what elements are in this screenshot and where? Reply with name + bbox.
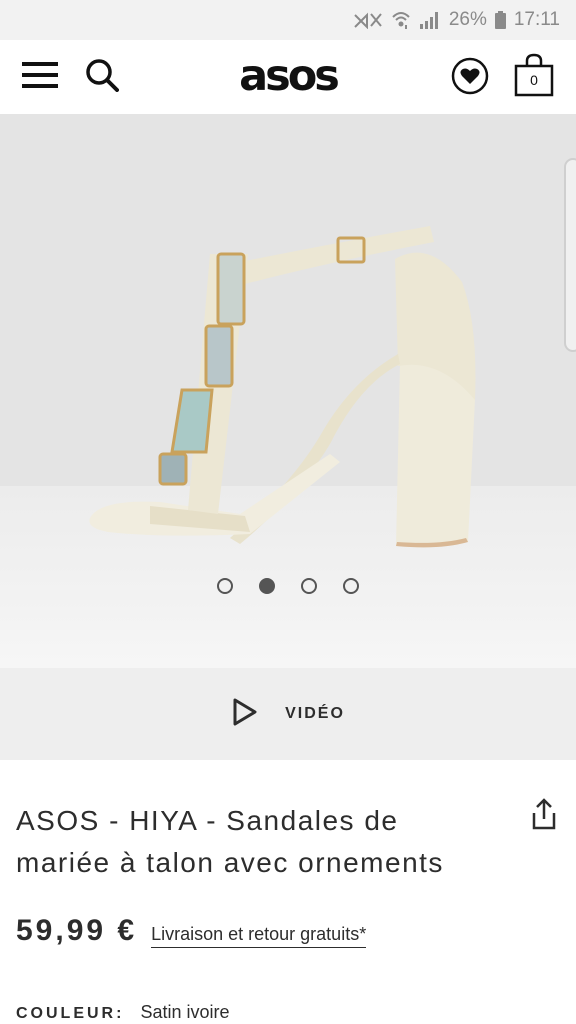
share-button[interactable] <box>524 796 564 836</box>
play-icon <box>231 697 259 732</box>
search-icon <box>85 58 119 97</box>
price-row: 59,99 € Livraison et retour gratuits* <box>16 914 367 948</box>
search-button[interactable] <box>80 56 124 98</box>
video-label: VIDÉO <box>285 705 345 722</box>
video-button[interactable]: VIDÉO <box>0 668 576 760</box>
product-title: ASOS - HIYA - Sandales de mariée à talon… <box>16 805 444 878</box>
carousel-dot-1[interactable] <box>217 578 233 594</box>
carousel-dot-3[interactable] <box>301 578 317 594</box>
heart-icon <box>451 57 489 100</box>
battery-icon <box>494 11 506 29</box>
share-icon <box>529 797 559 836</box>
saved-items-button[interactable] <box>448 56 492 100</box>
colour-value: Satin ivoire <box>140 1002 230 1022</box>
status-bar-right: 26% 17:11 <box>353 6 560 34</box>
status-time: 17:11 <box>513 9 560 30</box>
mute-icon <box>353 11 383 29</box>
carousel-dots <box>0 578 576 594</box>
delivery-link[interactable]: Livraison et retour gratuits* <box>151 924 367 948</box>
colour-label: COULEUR: <box>16 1005 125 1022</box>
battery-percentage: 26% <box>448 9 487 30</box>
product-price: 59,99 € <box>16 914 138 947</box>
menu-icon <box>21 60 59 95</box>
bag-button[interactable]: 0 <box>510 52 558 102</box>
status-bar: 26% 17:11 <box>0 0 576 40</box>
colour-row: COULEUR: Satin ivoire <box>16 1002 229 1023</box>
signal-icon <box>419 11 441 29</box>
product-image-gallery[interactable] <box>0 114 576 668</box>
asos-logo[interactable]: asos <box>228 51 348 101</box>
carousel-dot-4[interactable] <box>343 578 359 594</box>
carousel-dot-2[interactable] <box>259 578 275 594</box>
bag-count: 0 <box>530 72 538 88</box>
next-image-peek <box>564 158 576 352</box>
app-header: asos 0 <box>0 40 576 115</box>
wifi-icon <box>391 10 411 30</box>
menu-button[interactable] <box>18 56 62 98</box>
